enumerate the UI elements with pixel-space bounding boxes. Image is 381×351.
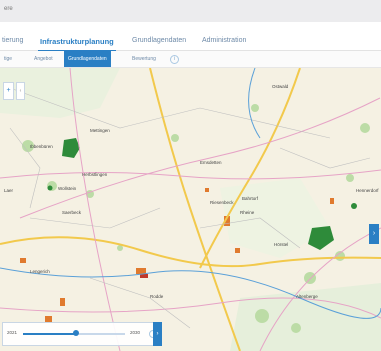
subtab-tige[interactable]: tige <box>4 51 12 67</box>
tab-grundlagendaten[interactable]: Grundlagendaten <box>132 37 186 44</box>
timeline-handle[interactable] <box>73 330 80 336</box>
window-title: ere <box>4 6 13 12</box>
timeline-progress-fill <box>23 333 77 335</box>
timeline-slider[interactable] <box>23 330 125 336</box>
layer-toggle-button[interactable]: ‹ <box>16 82 25 100</box>
zoom-in-button[interactable]: + <box>3 82 14 100</box>
sub-tab-bar: tige Angebot Grundlagendaten Bewertung i <box>0 51 381 68</box>
place-wollstein: Wollstein <box>58 186 77 191</box>
place-herbstlingen: Herbstlingen <box>82 172 108 177</box>
timeline-start: 2021 <box>7 330 18 335</box>
map-canvas <box>0 68 381 351</box>
timeline-end: 2030 <box>130 330 141 335</box>
place-bahrtorf: Bahrtorf <box>242 196 259 201</box>
place-mettingen: Mettingen <box>90 128 110 133</box>
place-rodde: Rodde <box>150 294 164 299</box>
expand-right-panel-button[interactable]: › <box>369 224 379 244</box>
place-lengerich: Lengerich <box>30 269 50 274</box>
place-hoerstel: Hörstel <box>274 242 289 247</box>
main-tab-bar: tierung Infrastrukturplanung Grundlagend… <box>0 30 381 52</box>
timeline-control: 2021 2030 › <box>2 322 162 346</box>
map-view[interactable]: Ibbenbüren Herbstlingen Ostwald Wollstei… <box>0 68 381 351</box>
place-altenberge: Altenberge <box>296 294 318 299</box>
place-hennerdorf: Hennerdorf <box>356 188 379 193</box>
chevron-right-icon[interactable]: › <box>153 322 162 346</box>
tab-administration[interactable]: Administration <box>202 37 246 44</box>
place-riesenbeck: Riesenbeck <box>210 200 234 205</box>
window-title-bar: ere <box>0 0 381 22</box>
subtab-bewertung[interactable]: Bewertung <box>132 51 156 67</box>
place-ostwald: Ostwald <box>272 84 289 89</box>
place-saerbeck: Saerbeck <box>62 210 82 215</box>
place-rheine: Rheine <box>240 210 255 215</box>
tab-infrastrukturplanung[interactable]: Infrastrukturplanung <box>38 37 116 52</box>
place-emsdetten: Emsdetten <box>200 160 222 165</box>
info-icon[interactable]: i <box>170 55 179 64</box>
place-ibbenbueren: Ibbenbüren <box>30 144 53 149</box>
subtab-angebot[interactable]: Angebot <box>34 51 53 67</box>
place-laer: Laer <box>4 188 14 193</box>
subtab-grundlagendaten[interactable]: Grundlagendaten <box>64 51 111 67</box>
tab-tierung[interactable]: tierung <box>2 37 23 44</box>
